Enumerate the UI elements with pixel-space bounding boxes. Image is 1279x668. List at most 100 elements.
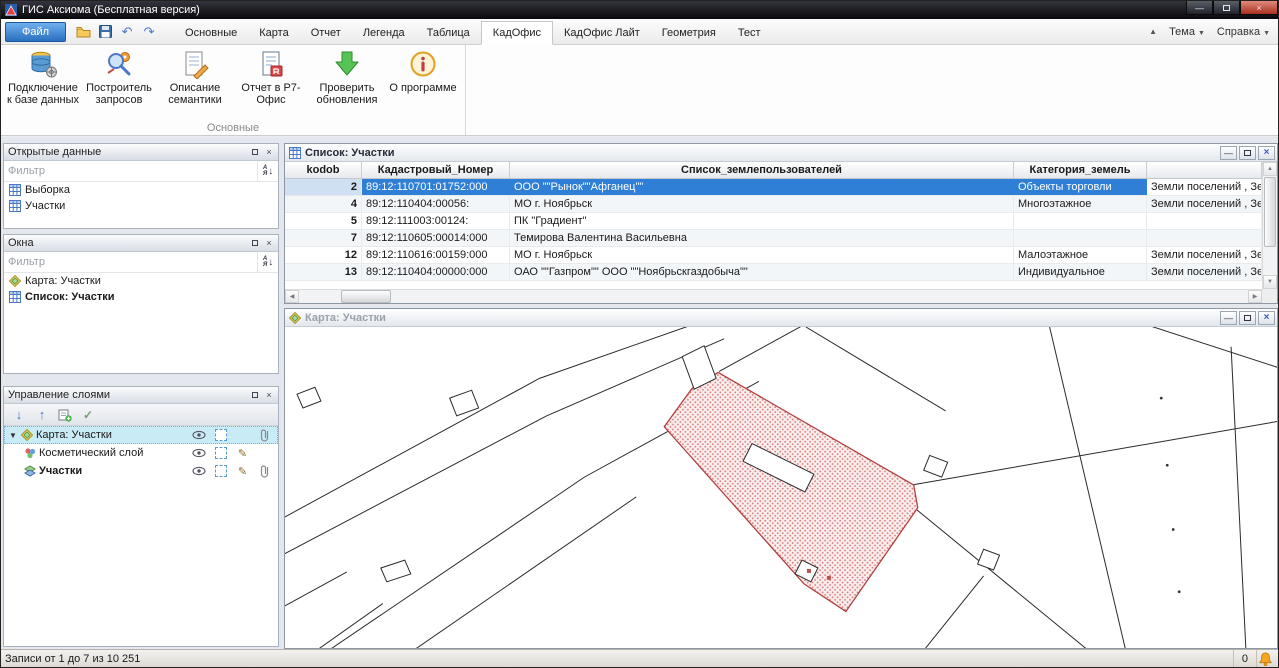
eye-icon [192,466,206,476]
tab-kadofis[interactable]: КадОфис [481,21,553,45]
cell-kodob: 7 [285,230,362,246]
column-header-extra[interactable] [1147,162,1262,178]
panel-float-button[interactable] [248,146,262,159]
table-row[interactable]: 2 89:12:110701:01752:000 ООО ""Рынок""Аф… [285,179,1262,196]
map-minimize-button[interactable]: — [1220,311,1237,325]
table-maximize-button[interactable] [1239,146,1256,160]
tab-otchet[interactable]: Отчет [300,22,352,44]
map-close-button[interactable]: × [1258,311,1275,325]
panel-close-button[interactable]: × [262,146,276,159]
tab-karta[interactable]: Карта [248,22,299,44]
about-button[interactable]: О программе [385,47,461,121]
table-minimize-button[interactable]: — [1220,146,1237,160]
windows-item-list[interactable]: Список: Участки [4,289,278,305]
tree-row-cosmetic-layer[interactable]: Косметический слой ✎ [4,444,278,462]
open-data-item-vyborka[interactable]: Выборка [4,182,278,198]
query-builder-label: Построитель запросов [81,82,157,106]
layer-attach-button[interactable] [255,428,274,442]
panel-close-button[interactable]: × [262,237,276,250]
save-icon [99,25,112,38]
scroll-left-icon[interactable]: ◀ [285,290,299,303]
scroll-up-icon[interactable]: ▲ [1263,162,1277,176]
layer-visibility-toggle[interactable] [189,448,208,458]
scroll-down-icon[interactable]: ▼ [1263,275,1277,289]
notifications-button[interactable] [1256,650,1274,667]
panel-open-data: Открытые данные × АЯ↓ Выборка [3,143,279,229]
layer-edit-button[interactable]: ✎ [233,465,252,478]
semantics-button[interactable]: Описание семантики [157,47,233,121]
windows-sort-button[interactable]: АЯ↓ [257,252,278,272]
panel-layers-header[interactable]: Управление слоями × [4,387,278,404]
selected-parcel[interactable] [664,372,917,611]
ribbon-collapse-icon[interactable]: ▲ [1149,27,1157,36]
tree-row-uchastki-layer[interactable]: Участки ✎ [4,462,278,480]
column-header-category[interactable]: Категория_земель [1014,162,1147,178]
panel-float-button[interactable] [248,237,262,250]
layer-editable-checkbox[interactable] [211,447,230,459]
windows-filter-input[interactable] [4,252,257,272]
window-maximize-button[interactable] [1213,1,1240,15]
scroll-right-icon[interactable]: ▶ [1248,290,1262,303]
table-row[interactable]: 12 89:12:110616:00159:000 МО г. Ноябрьск… [285,247,1262,264]
layer-edit-button[interactable]: ✎ [233,447,252,460]
tab-legenda[interactable]: Легенда [352,22,416,44]
tab-test[interactable]: Тест [727,22,772,44]
layer-move-up-button[interactable]: ↑ [34,407,50,423]
check-updates-button[interactable]: Проверить обновления [309,47,385,121]
table-vertical-scrollbar[interactable]: ▲ ▼ [1262,162,1277,289]
map-window-header[interactable]: Карта: Участки — × [285,309,1277,327]
help-menu[interactable]: Справка▼ [1217,26,1270,38]
panel-windows-header[interactable]: Окна × [4,235,278,252]
layer-check-button[interactable]: ✓ [80,407,96,423]
table-row[interactable]: 7 89:12:110605:00014:000 Темирова Валент… [285,230,1262,247]
panel-close-button[interactable]: × [262,389,276,402]
layer-editable-checkbox[interactable] [211,465,230,477]
table-window-header[interactable]: Список: Участки — × [285,144,1277,162]
tab-geometriya[interactable]: Геометрия [651,22,727,44]
layer-attach-button[interactable] [255,464,274,478]
layers-toolbar: ↓ ↑ ✓ [4,404,278,426]
undo-button[interactable]: ↶ [118,23,136,41]
file-menu-button[interactable]: Файл [5,22,66,42]
db-connect-button[interactable]: Подключение к базе данных [5,47,81,121]
layer-visibility-toggle[interactable] [189,430,208,440]
layer-move-down-button[interactable]: ↓ [11,407,27,423]
tree-row-map[interactable]: ▼ Карта: Участки [4,426,278,444]
open-data-sort-button[interactable]: АЯ↓ [257,161,278,181]
map-maximize-button[interactable] [1239,311,1256,325]
table-horizontal-scrollbar[interactable]: ◀ ▶ [285,289,1262,303]
layer-visibility-toggle[interactable] [189,466,208,476]
query-builder-button[interactable]: Построитель запросов [81,47,157,121]
table-row[interactable]: 5 89:12:111003:00124: ПК "Градиент" [285,213,1262,230]
open-folder-button[interactable] [74,23,92,41]
table-close-button[interactable]: × [1258,146,1275,160]
table-row[interactable]: 13 89:12:110404:00000:000 ОАО ""Газпром"… [285,264,1262,281]
redo-button[interactable]: ↷ [140,23,158,41]
open-data-filter-input[interactable] [4,161,257,181]
titlebar: ГИС Аксиома (Бесплатная версия) — × [1,1,1278,19]
panel-open-data-header[interactable]: Открытые данные × [4,144,278,161]
panel-windows: Окна × АЯ↓ Карта: Участки [3,234,279,374]
window-minimize-button[interactable]: — [1186,1,1213,15]
tab-kadofis-lait[interactable]: КадОфис Лайт [553,22,651,44]
scrollbar-thumb[interactable] [341,290,391,303]
tab-tablitsa[interactable]: Таблица [416,22,481,44]
panel-float-button[interactable] [248,389,262,402]
window-close-button[interactable]: × [1240,1,1278,15]
column-header-landusers[interactable]: Список_землепользователей [510,162,1014,178]
tree-expander-icon[interactable]: ▼ [8,431,18,440]
table-row[interactable]: 4 89:12:110404:00056: МО г. Ноябрьск Мно… [285,196,1262,213]
column-header-cad-number[interactable]: Кадастровый_Номер [362,162,510,178]
arrow-up-icon: ↑ [39,407,46,422]
save-button[interactable] [96,23,114,41]
theme-menu[interactable]: Тема▼ [1169,26,1205,38]
map-canvas[interactable] [285,327,1277,648]
scrollbar-thumb[interactable] [1264,177,1276,247]
layer-editable-checkbox[interactable] [211,429,230,441]
tab-osnovnye[interactable]: Основные [174,22,248,44]
r7-report-button[interactable]: Отчет в Р7-Офис [233,47,309,121]
windows-item-map[interactable]: Карта: Участки [4,273,278,289]
column-header-kodob[interactable]: kodob [285,162,362,178]
layer-add-button[interactable] [57,407,73,423]
open-data-item-uchastki[interactable]: Участки [4,198,278,214]
